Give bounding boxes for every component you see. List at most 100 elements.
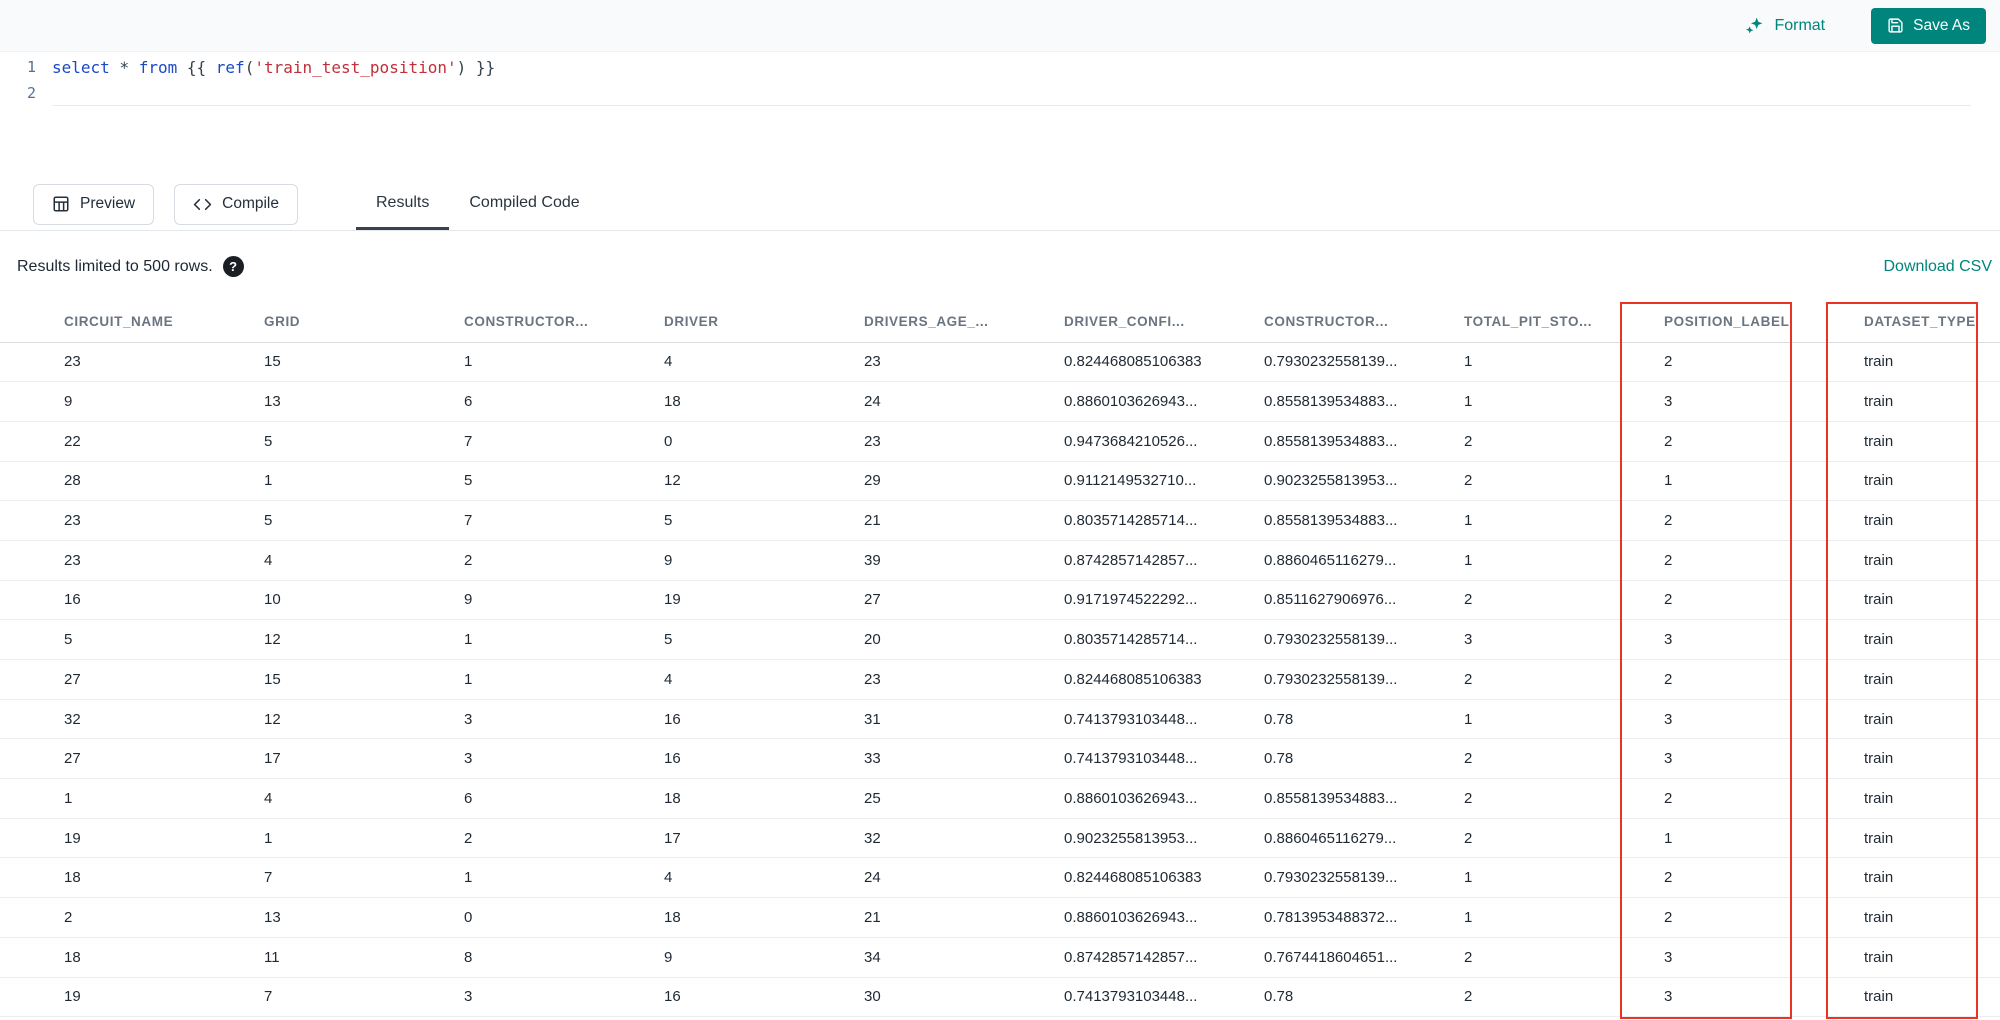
table-cell: 18: [0, 937, 200, 978]
save-as-button[interactable]: Save As: [1871, 7, 1986, 44]
table-cell: 8: [400, 937, 600, 978]
table-cell: 1: [1400, 897, 1600, 938]
sql-code-line: select * from {{ ref('train_test_positio…: [52, 58, 2000, 77]
table-cell: 3: [1600, 381, 1800, 422]
table-cell: 0.8511627906976...: [1200, 580, 1400, 621]
table-row: 23 5 7 5 21 0.8035714285714... 0.8558139534883…: [0, 500, 2000, 541]
table-cell: 17: [600, 818, 800, 859]
table-cell: train: [1800, 381, 2000, 422]
table-cell: train: [1800, 500, 2000, 541]
table-cell: 15: [200, 342, 400, 383]
column-header: POSITION_LABEL: [1600, 302, 1800, 343]
table-row: 23 15 1 4 23 0.824468085106383 0.7930232558139…: [0, 342, 2000, 383]
column-header: DRIVERS_AGE_...: [800, 302, 1000, 343]
table-cell: 2: [400, 818, 600, 859]
table-cell: 1: [400, 659, 600, 700]
table-cell: 20: [800, 619, 1000, 660]
table-cell: train: [1800, 342, 2000, 383]
table-row: 18 7 1 4 24 0.824468085106383 0.7930232558139.…: [0, 857, 2000, 899]
table-cell: 2: [0, 897, 200, 938]
table-cell: 0.8742857142857...: [1000, 540, 1200, 581]
table-cell: 2: [1600, 421, 1800, 462]
table-cell: 19: [600, 580, 800, 621]
table-cell: 0.8558139534883...: [1200, 778, 1400, 819]
table-cell: train: [1800, 937, 2000, 978]
table-cell: train: [1800, 421, 2000, 462]
table-cell: 3: [1600, 977, 1800, 1018]
table-cell: 23: [0, 500, 200, 541]
table-cell: 0.9023255813953...: [1000, 818, 1200, 859]
table-cell: 2: [1400, 977, 1600, 1018]
table-row: 23 4 2 9 39 0.8742857142857... 0.8860465116279…: [0, 540, 2000, 581]
tab-compiled-code[interactable]: Compiled Code: [449, 178, 599, 230]
sql-editor[interactable]: 1 select * from {{ ref('train_test_posit…: [0, 52, 2000, 178]
table-cell: 4: [600, 659, 800, 700]
table-cell: train: [1800, 977, 2000, 1018]
table-cell: 2: [1400, 738, 1600, 780]
table-cell: 0.7813953488372...: [1200, 897, 1400, 938]
table-cell: train: [1800, 461, 2000, 502]
save-icon: [1887, 17, 1904, 34]
results-table: CIRCUIT_NAME GRID CONSTRUCTOR... DRIVER DRIV…: [0, 302, 2000, 1018]
table-cell: train: [1800, 818, 2000, 859]
table-cell: 28: [0, 461, 200, 502]
table-row: 18 11 8 9 34 0.8742857142857... 0.767441860465…: [0, 937, 2000, 978]
table-cell: 11: [200, 937, 400, 978]
table-cell: 3: [1400, 619, 1600, 660]
table-cell: 4: [600, 857, 800, 899]
code-brackets-icon: [193, 195, 212, 214]
column-header: DATASET_TYPE: [1800, 302, 2000, 343]
preview-button[interactable]: Preview: [33, 183, 155, 225]
help-icon[interactable]: ?: [222, 256, 244, 277]
tab-results[interactable]: Results: [356, 178, 450, 230]
table-cell: 16: [600, 699, 800, 740]
table-cell: 16: [600, 977, 800, 1018]
table-cell: 2: [1400, 937, 1600, 978]
table-row: 16 10 9 19 27 0.9171974522292... 0.85116279069…: [0, 580, 2000, 621]
code-token-plain: {{: [177, 57, 216, 77]
table-cell: 23: [800, 421, 1000, 462]
table-cell: 0.7930232558139...: [1200, 659, 1400, 700]
compile-button[interactable]: Compile: [174, 183, 298, 225]
editor-line-2: 2: [0, 80, 2000, 106]
table-cell: 18: [600, 897, 800, 938]
results-info-bar: Results limited to 500 rows. ? Download …: [0, 231, 2000, 302]
table-cell: 19: [0, 977, 200, 1018]
table-cell: 5: [600, 619, 800, 660]
table-cell: 1: [1400, 342, 1600, 383]
code-token-keyword: select: [52, 57, 110, 77]
table-cell: 2: [1600, 897, 1800, 938]
table-cell: 0.9473684210526...: [1000, 421, 1200, 462]
code-token-plain: }}: [466, 57, 496, 77]
table-cell: 12: [200, 619, 400, 660]
download-csv-link[interactable]: Download CSV: [1884, 258, 1993, 276]
table-cell: 2: [1600, 857, 1800, 899]
code-token-keyword: from: [138, 57, 178, 77]
table-cell: 5: [400, 461, 600, 502]
table-cell: 0.8035714285714...: [1000, 500, 1200, 541]
table-cell: 0.824468085106383: [1000, 857, 1202, 899]
table-cell: 24: [800, 857, 1000, 899]
table-cell: 29: [800, 461, 1000, 502]
table-cell: 7: [400, 500, 600, 541]
table-cell: 27: [0, 659, 200, 700]
table-cell: 2: [1400, 461, 1600, 502]
column-header: CONSTRUCTOR...: [400, 302, 600, 343]
table-cell: 0: [400, 897, 600, 938]
format-button[interactable]: Format: [1738, 14, 1831, 37]
table-cell: 3: [400, 699, 600, 740]
table-cell: 0.824468085106383: [1000, 342, 1202, 383]
table-cell: 0.8860103626943...: [1000, 381, 1200, 422]
table-cell: train: [1800, 699, 2000, 740]
table-cell: train: [1800, 778, 2000, 819]
table-cell: 22: [0, 421, 200, 462]
table-cell: train: [1800, 857, 2000, 899]
table-cell: 3: [1600, 699, 1800, 740]
table-cell: 5: [200, 421, 400, 462]
table-cell: 2: [1600, 778, 1800, 819]
table-cell: 3: [400, 738, 600, 780]
table-cell: 0.78: [1200, 977, 1400, 1018]
table-cell: 12: [600, 461, 800, 502]
table-cell: 3: [1600, 937, 1800, 978]
